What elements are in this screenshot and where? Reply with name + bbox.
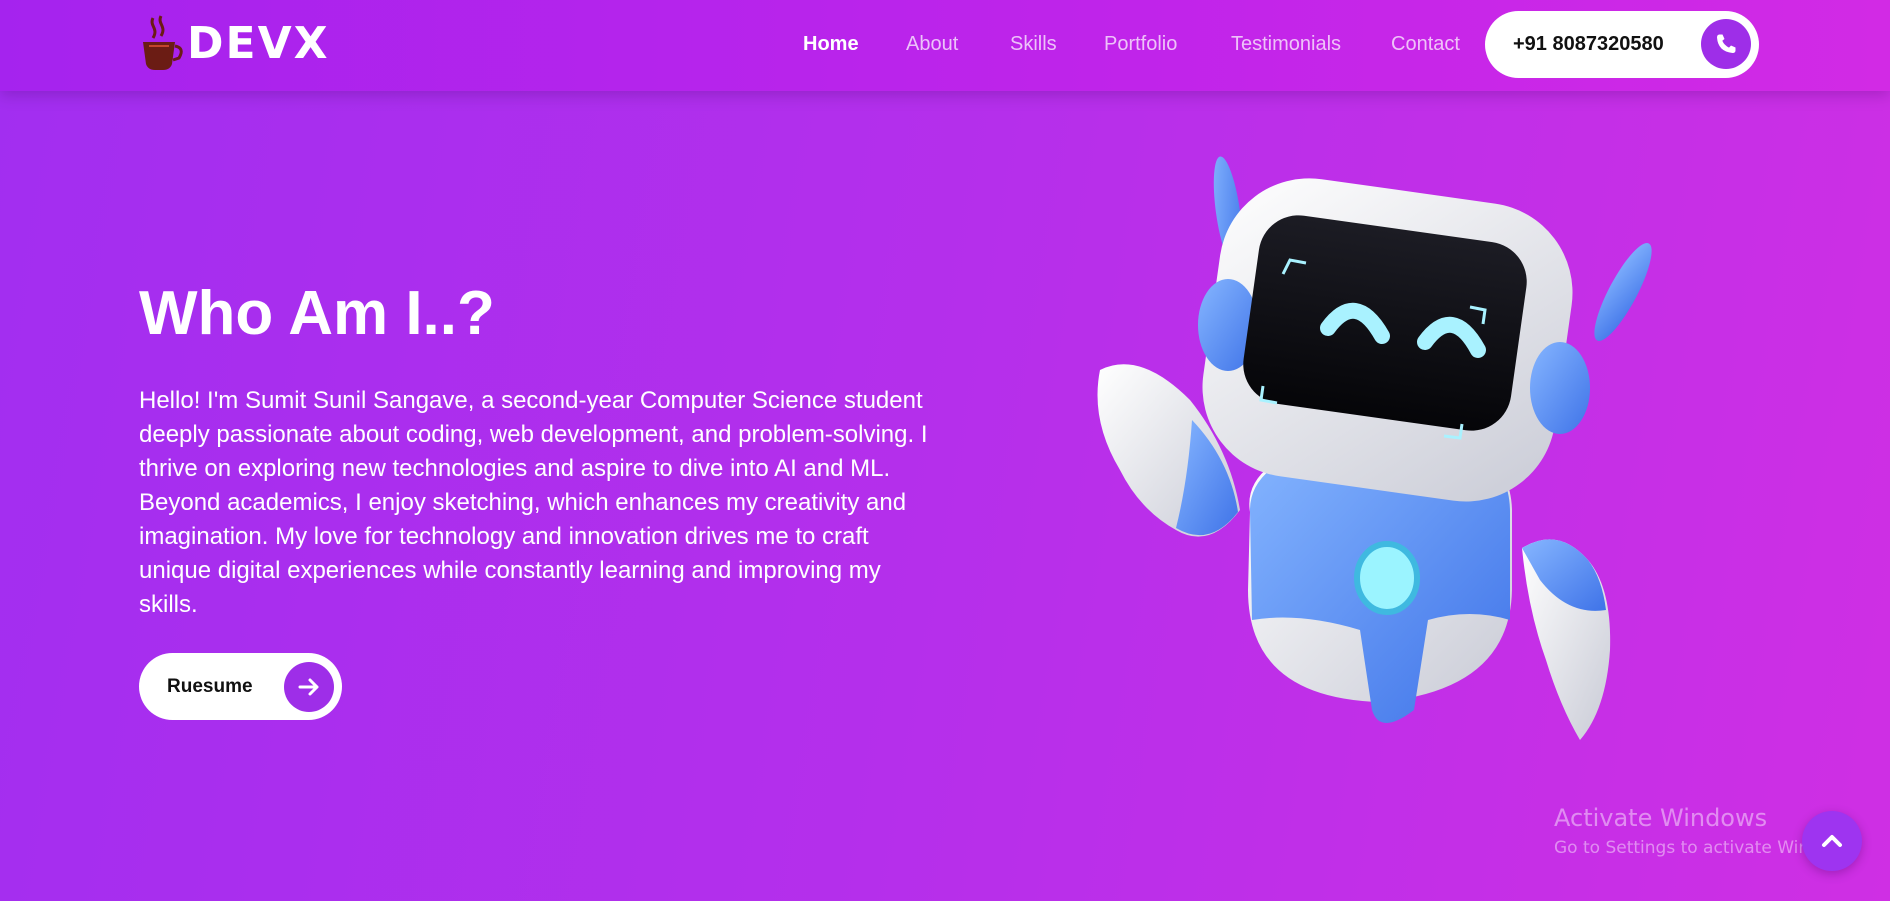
phone-icon bbox=[1701, 19, 1751, 69]
robot-illustration bbox=[1097, 156, 1652, 740]
navbar: DEVX Home About Skills Portfolio Testimo… bbox=[0, 0, 1890, 91]
resume-button-label: Ruesume bbox=[167, 676, 253, 697]
scroll-to-top-button[interactable] bbox=[1802, 811, 1862, 871]
nav-contact[interactable]: Contact bbox=[1391, 33, 1460, 56]
hero-title: Who Am I..? bbox=[139, 279, 495, 348]
nav-home[interactable]: Home bbox=[803, 33, 859, 56]
nav-testimonials[interactable]: Testimonials bbox=[1231, 33, 1341, 56]
nav-skills[interactable]: Skills bbox=[1010, 33, 1057, 56]
phone-button[interactable]: +91 8087320580 bbox=[1485, 11, 1759, 78]
resume-button[interactable]: Ruesume bbox=[139, 653, 342, 720]
chevron-up-icon bbox=[1822, 835, 1842, 847]
arrow-right-icon bbox=[284, 662, 334, 712]
nav-portfolio[interactable]: Portfolio bbox=[1104, 33, 1177, 56]
phone-number: +91 8087320580 bbox=[1513, 33, 1664, 55]
hero-description: Hello! I'm Sumit Sunil Sangave, a second… bbox=[139, 387, 928, 618]
nav-about[interactable]: About bbox=[906, 33, 958, 56]
